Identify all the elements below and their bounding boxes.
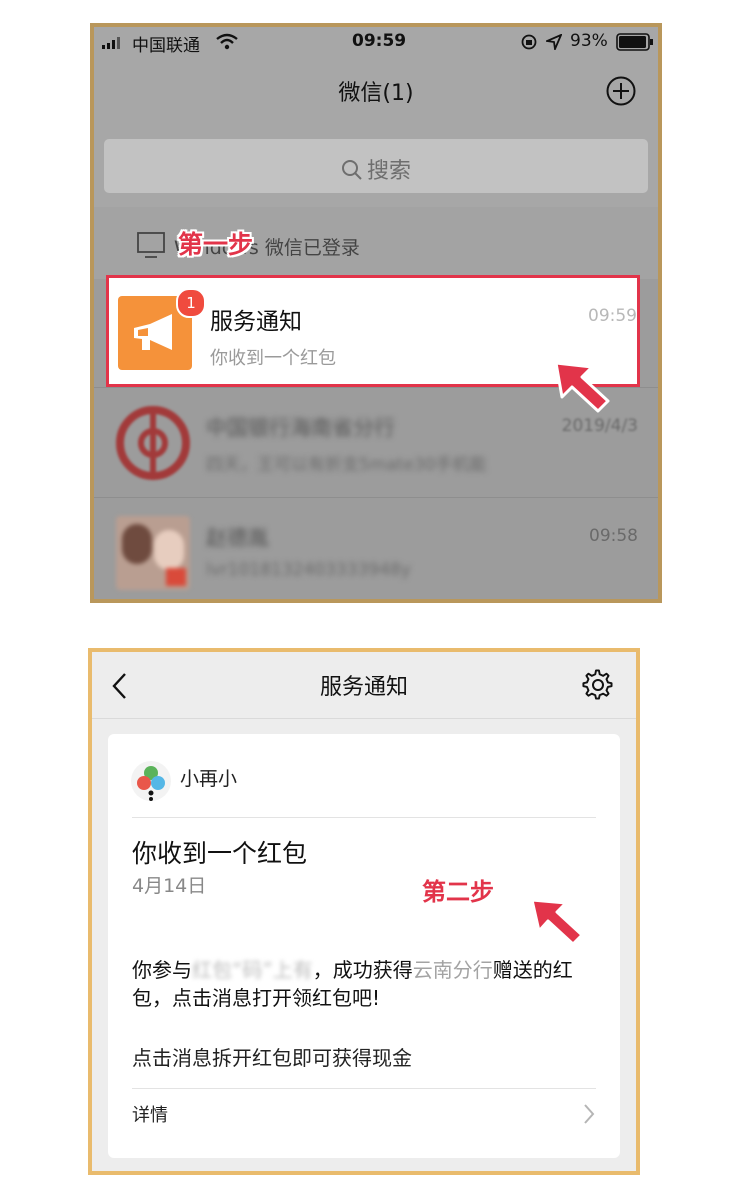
carrier-name: 中国联通 bbox=[132, 36, 200, 56]
sender-logo-icon bbox=[131, 761, 171, 801]
screenshot-chat-list: 中国联通 09:59 93% 微信(1) 搜索 Windows 微信已登录 第一… bbox=[90, 23, 662, 603]
card-divider bbox=[132, 817, 596, 818]
search-icon bbox=[341, 160, 362, 180]
service-notification-time: 09:59 bbox=[588, 306, 637, 326]
service-notification-name: 服务通知 bbox=[210, 309, 302, 335]
chat-list-nav-bar: 微信(1) bbox=[94, 57, 658, 127]
search-bar[interactable]: 搜索 bbox=[104, 139, 648, 193]
chat-row-name: 中国银行海南省分行 bbox=[206, 416, 395, 440]
body-branch: 云南分行 bbox=[412, 958, 493, 982]
red-packet-message-card[interactable]: 小再小 你收到一个红包 4月14日 你参与红包“码”上有，成功获得云南分行赠送的… bbox=[108, 734, 620, 1158]
body-blurred-activity: 红包“码”上有 bbox=[192, 958, 313, 982]
chat-row-time: 09:58 bbox=[589, 526, 638, 546]
chat-row-message: 四天，王可以有折支5mate30手机能 bbox=[206, 455, 487, 475]
bank-logo-icon bbox=[116, 406, 190, 480]
body-mid: ，成功获得 bbox=[312, 958, 413, 982]
step-one-label: 第一步 bbox=[178, 230, 254, 259]
message-date: 4月14日 bbox=[132, 875, 207, 897]
service-notification-nav-bar: 服务通知 bbox=[92, 652, 636, 719]
screenshot-service-notification: 服务通知 小再小 你收到一个红包 4月14日 你参与红包“码”上有，成功获得云南… bbox=[88, 648, 640, 1175]
chat-row-message: lvr1018132403333948y bbox=[206, 560, 411, 580]
search-area: 搜索 bbox=[94, 127, 658, 207]
chevron-right-icon bbox=[584, 1104, 595, 1124]
battery-percent: 93% bbox=[570, 31, 608, 51]
step-two-label: 第二步 bbox=[422, 878, 494, 906]
chat-row-name: 赵德胤 bbox=[206, 526, 269, 550]
orientation-lock-icon bbox=[521, 34, 537, 50]
search-placeholder-text: 搜索 bbox=[366, 159, 411, 184]
contact-avatar bbox=[116, 516, 190, 590]
page-title: 服务通知 bbox=[319, 675, 408, 700]
message-title: 你收到一个红包 bbox=[132, 839, 308, 868]
megaphone-icon bbox=[134, 314, 172, 350]
status-time: 09:59 bbox=[352, 31, 407, 51]
chat-row-time: 2019/4/3 bbox=[561, 416, 638, 436]
body-prefix: 你参与 bbox=[132, 958, 192, 982]
details-link[interactable]: 详情 bbox=[132, 1101, 168, 1127]
chat-row-contact[interactable]: 赵德胤 lvr1018132403333948y 09:58 bbox=[94, 497, 658, 599]
status-bar: 中国联通 09:59 93% bbox=[94, 27, 658, 57]
service-notification-message: 你收到一个红包 bbox=[210, 348, 336, 369]
location-icon bbox=[546, 34, 562, 50]
unread-badge: 1 bbox=[176, 288, 206, 318]
pointer-arrow-icon bbox=[554, 361, 610, 413]
sender-name: 小再小 bbox=[180, 768, 238, 790]
monitor-icon bbox=[137, 232, 165, 258]
message-hint: 点击消息拆开红包即可获得现金 bbox=[132, 1046, 412, 1070]
signal-icon bbox=[102, 37, 120, 49]
message-body: 你参与红包“码”上有，成功获得云南分行赠送的红包，点击消息打开领红包吧! bbox=[132, 956, 602, 1012]
wifi-icon bbox=[216, 33, 238, 50]
page-title: 微信(1) bbox=[338, 81, 414, 106]
pointer-arrow-icon bbox=[530, 898, 584, 946]
card-divider bbox=[132, 1088, 596, 1089]
battery-icon bbox=[616, 33, 653, 51]
search-placeholder: 搜索 bbox=[104, 153, 648, 185]
settings-gear-icon[interactable] bbox=[582, 669, 614, 701]
add-icon[interactable] bbox=[605, 75, 637, 107]
